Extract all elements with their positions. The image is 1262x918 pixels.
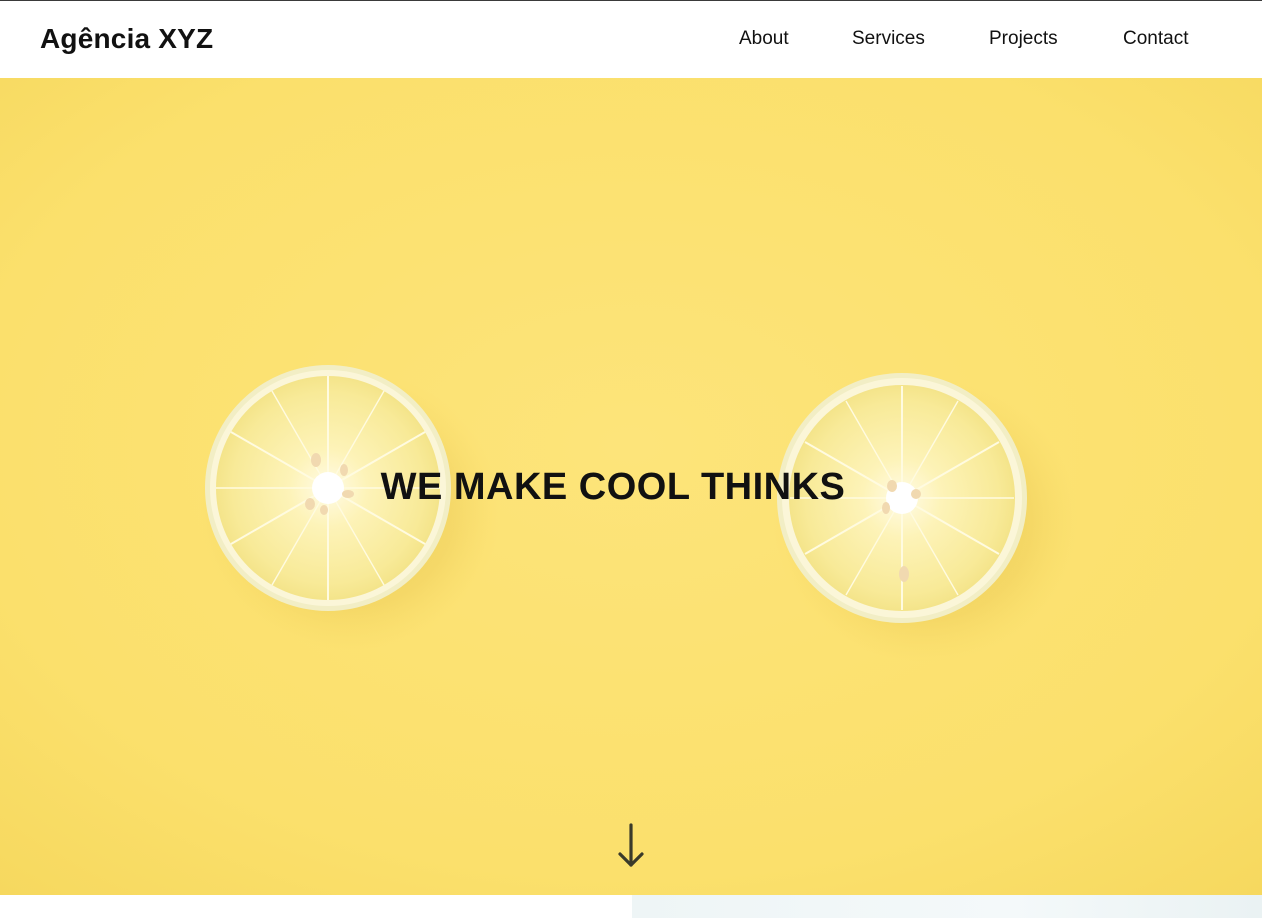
- site-header: Agência XYZ About Services Projects Cont…: [0, 1, 1262, 78]
- nav-about[interactable]: About: [739, 28, 789, 50]
- nav-services[interactable]: Services: [852, 28, 925, 50]
- nav-projects[interactable]: Projects: [989, 28, 1058, 50]
- brand-logo[interactable]: Agência XYZ: [40, 23, 213, 55]
- arrow-down-icon[interactable]: [615, 823, 647, 869]
- next-section-preview: [0, 895, 1262, 918]
- hero-title: WE MAKE COOL THINKS: [380, 466, 846, 508]
- hero-section: WE MAKE COOL THINKS: [0, 78, 1262, 895]
- next-section-image: [632, 895, 1262, 918]
- nav-contact[interactable]: Contact: [1123, 28, 1188, 50]
